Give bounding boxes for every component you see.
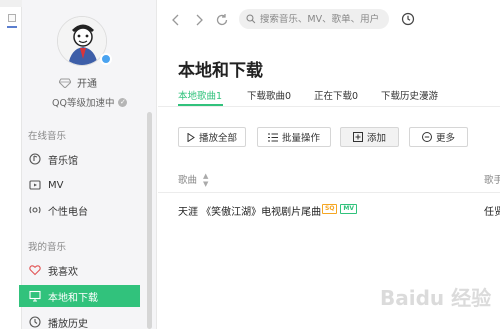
- forward-button[interactable]: [191, 12, 207, 28]
- more-label: 更多: [435, 133, 455, 144]
- check-icon: ✓: [118, 97, 128, 107]
- listen-history-icon[interactable]: [401, 12, 415, 26]
- sidebar-item-label: 本地和下载: [48, 292, 98, 304]
- main-panel: 本地和下载 本地歌曲1 下载歌曲0 正在下载0 下载历史漫游 播放全部 批量操作…: [158, 0, 500, 329]
- clock-icon: [29, 316, 41, 328]
- chevron-right-icon: [196, 14, 203, 26]
- tab-download-history[interactable]: 下载历史漫游: [381, 88, 438, 102]
- refresh-icon: [216, 14, 228, 26]
- sidebar: 开通 QQ等级加速中 ✓ 在线音乐 音乐馆 MV 个性电台 我的音乐 我喜欢 本…: [19, 0, 157, 329]
- sidebar-item-music-hall[interactable]: 音乐馆: [19, 148, 140, 170]
- page-title: 本地和下载: [178, 61, 263, 81]
- search-input[interactable]: [259, 13, 389, 25]
- vip-row[interactable]: 开通: [59, 75, 97, 90]
- table-header: 歌曲 ▲ ▼ 歌手: [158, 165, 500, 191]
- song-singer[interactable]: 任贤齐: [484, 203, 500, 218]
- refresh-button[interactable]: [214, 12, 230, 28]
- background-window-bar: [0, 0, 22, 7]
- more-button[interactable]: 更多: [409, 127, 468, 147]
- sidebar-item-radio[interactable]: 个性电台: [19, 199, 140, 221]
- monitor-icon: [29, 290, 41, 302]
- sidebar-item-favorites[interactable]: 我喜欢: [19, 259, 140, 281]
- tab-downloaded-songs[interactable]: 下载歌曲0: [247, 88, 291, 102]
- qq-level-label: QQ等级加速中: [52, 98, 115, 109]
- play-all-label: 播放全部: [198, 133, 237, 144]
- back-button[interactable]: [168, 12, 184, 28]
- tab-downloading[interactable]: 正在下载0: [314, 88, 358, 102]
- vip-label: 开通: [77, 79, 97, 90]
- column-header-song[interactable]: 歌曲: [178, 172, 197, 186]
- sidebar-item-history[interactable]: 播放历史: [19, 311, 140, 329]
- sidebar-item-label: 播放历史: [48, 318, 88, 329]
- diamond-icon: [59, 78, 71, 88]
- section-online-music: 在线音乐: [28, 131, 67, 142]
- add-label: 添加: [366, 133, 386, 144]
- table-header-divider: [158, 192, 500, 193]
- sidebar-item-mv[interactable]: MV: [19, 174, 140, 196]
- table-row[interactable]: 天涯 《笑傲江湖》电视剧片尾曲 SQ MV 任贤齐: [158, 198, 500, 220]
- song-tags: SQ MV: [322, 204, 358, 214]
- song-title[interactable]: 天涯 《笑傲江湖》电视剧片尾曲: [178, 203, 321, 218]
- heart-icon: [29, 264, 41, 276]
- online-badge: [100, 53, 112, 65]
- batch-operation-label: 批量操作: [281, 133, 320, 144]
- sidebar-item-label: MV: [48, 179, 64, 191]
- section-my-music: 我的音乐: [28, 242, 67, 253]
- plus-icon: [352, 132, 363, 142]
- batch-operation-button[interactable]: 批量操作: [257, 127, 331, 147]
- search-icon: [246, 14, 256, 24]
- background-window-accent: [7, 26, 17, 28]
- sidebar-item-label: 音乐馆: [48, 155, 78, 167]
- sidebar-item-label: 个性电台: [48, 206, 88, 218]
- batch-list-icon: [267, 133, 278, 141]
- watermark: Baidu 经验: [380, 286, 492, 310]
- music-hall-icon: [29, 153, 41, 165]
- tab-local-songs[interactable]: 本地歌曲1: [178, 88, 222, 102]
- play-all-button[interactable]: 播放全部: [178, 127, 246, 147]
- sidebar-item-local-download[interactable]: 本地和下载: [19, 285, 140, 307]
- chevron-left-icon: [172, 14, 179, 26]
- search-box[interactable]: [239, 9, 389, 29]
- sidebar-item-label: 我喜欢: [48, 266, 78, 278]
- mv-icon: [29, 179, 41, 191]
- sq-quality-badge: SQ: [322, 204, 338, 214]
- column-header-singer[interactable]: 歌手: [484, 172, 500, 186]
- more-icon: [421, 132, 432, 142]
- sort-icon[interactable]: ▲ ▼: [203, 172, 208, 188]
- background-window-icon: [8, 14, 16, 22]
- add-button[interactable]: 添加: [340, 127, 399, 147]
- radio-icon: [29, 204, 41, 216]
- mv-badge[interactable]: MV: [340, 204, 358, 214]
- play-icon: [187, 132, 195, 142]
- qq-level-row[interactable]: QQ等级加速中 ✓: [52, 95, 128, 109]
- tab-divider: [158, 106, 500, 107]
- sidebar-scrollbar[interactable]: [147, 112, 152, 329]
